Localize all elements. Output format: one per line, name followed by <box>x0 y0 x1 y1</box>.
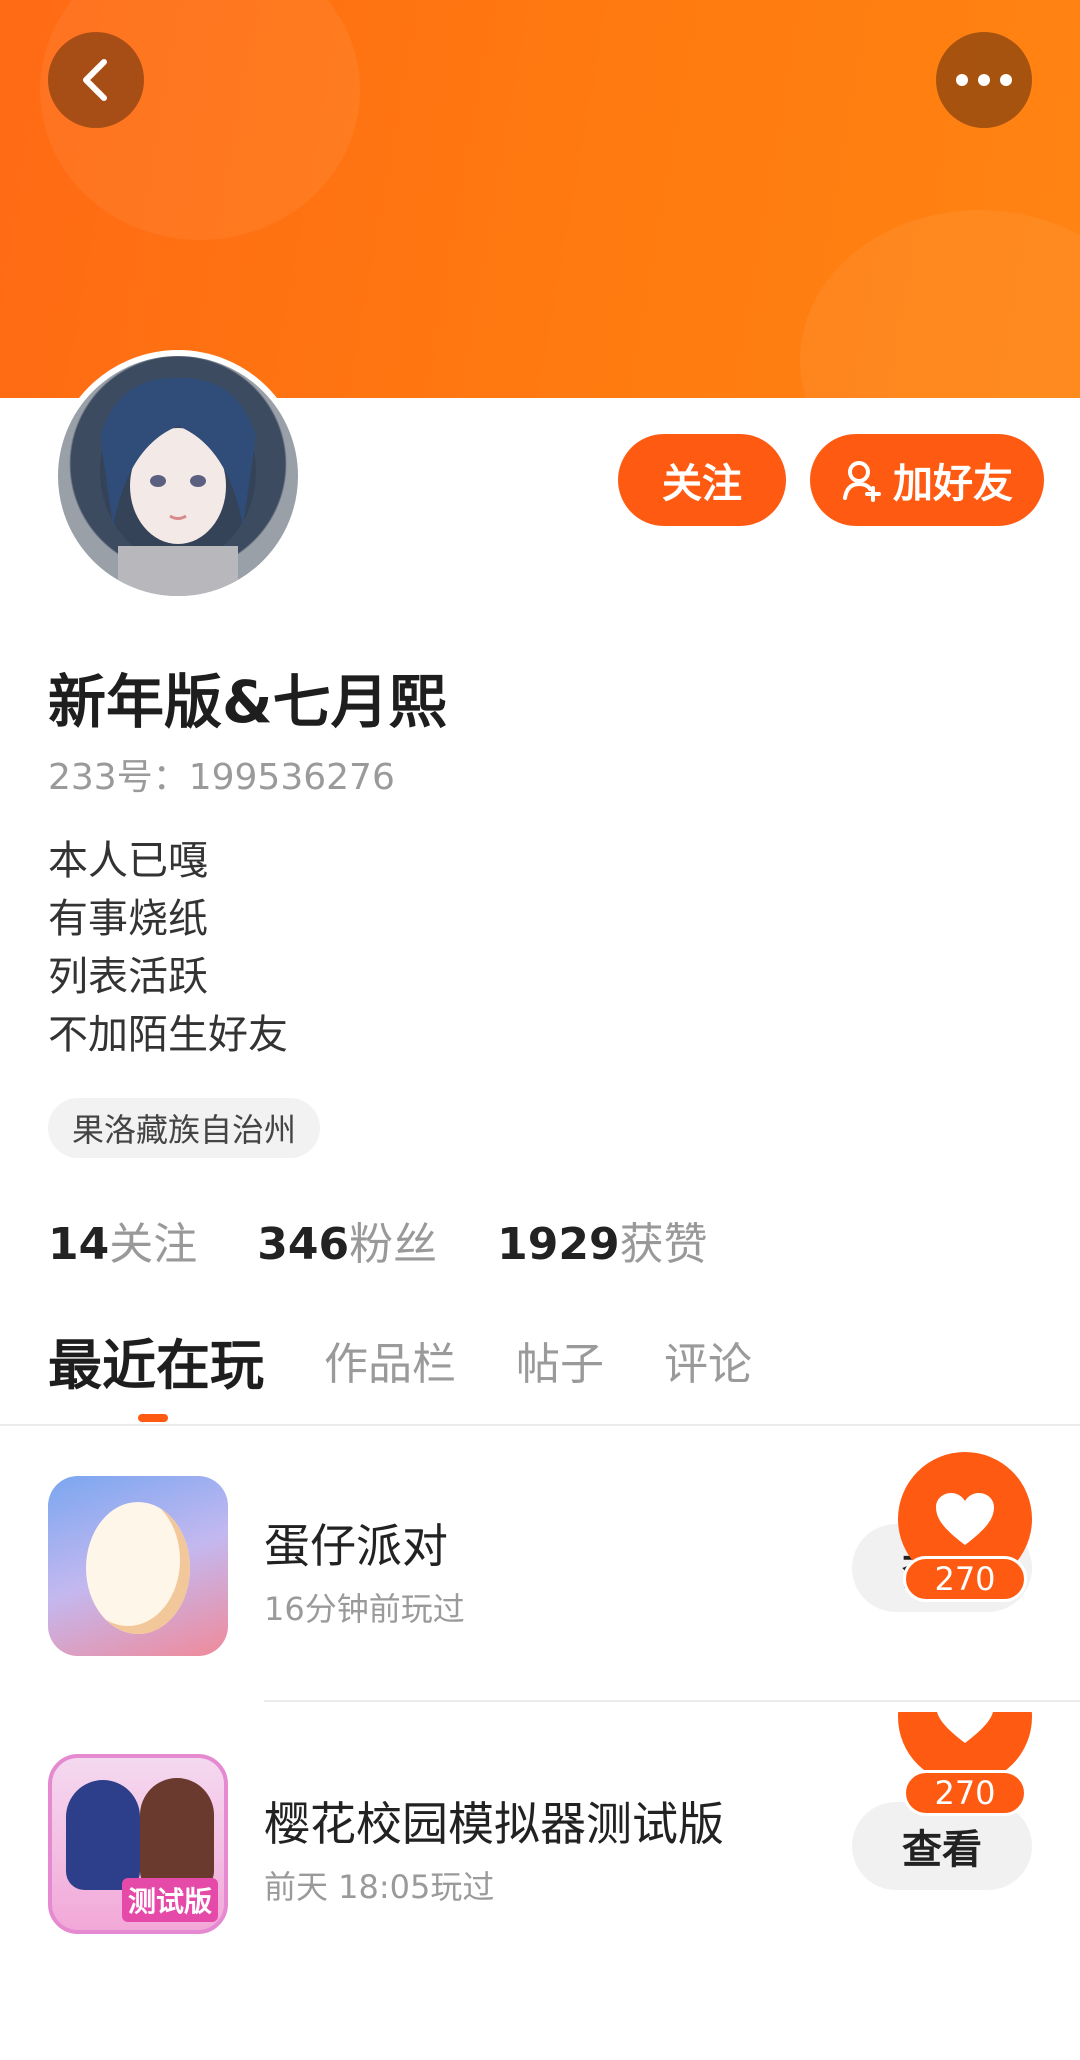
bio-line: 有事烧纸 <box>48 896 208 942</box>
stat-likes-count: 1929 <box>497 1219 620 1270</box>
stat-fans-count: 346 <box>257 1219 350 1270</box>
active-tab-indicator <box>138 1414 168 1422</box>
more-dots-icon <box>956 74 1012 86</box>
game-title: 樱花校园模拟器测试版 <box>264 1797 724 1851</box>
account-id: 233号：199536276 <box>48 757 395 798</box>
stat-likes-label: 获赞 <box>619 1219 708 1270</box>
bio-line: 本人已嘎 <box>48 838 208 884</box>
stat-following-label: 关注 <box>109 1219 198 1270</box>
like-widget[interactable]: 270 <box>898 1452 1032 1602</box>
profile-banner <box>0 0 1080 398</box>
stat-following-count: 14 <box>48 1219 110 1270</box>
banner-decoration <box>800 210 1080 398</box>
heart-icon <box>937 1712 993 1743</box>
heart-icon <box>936 1493 994 1545</box>
game-icon[interactable] <box>48 1476 228 1656</box>
stat-fans[interactable]: 346 粉丝 <box>257 1208 437 1272</box>
list-divider <box>264 1700 1080 1702</box>
tab-recently-played[interactable]: 最近在玩 <box>48 1321 264 1400</box>
game-icon[interactable]: 测试版 <box>48 1754 228 1934</box>
location-tag: 果洛藏族自治州 <box>48 1098 321 1158</box>
add-friend-label: 加好友 <box>893 461 1013 507</box>
bio: 本人已嘎 有事烧纸 列表活跃 不加陌生好友 <box>48 832 288 1064</box>
chevron-left-icon <box>83 59 107 101</box>
stat-likes[interactable]: 1929 获赞 <box>497 1208 707 1272</box>
egg-character-icon <box>86 1502 190 1634</box>
avatar[interactable] <box>52 350 304 602</box>
game-title: 蛋仔派对 <box>264 1519 448 1573</box>
icon-badge: 测试版 <box>121 1878 218 1922</box>
stat-fans-label: 粉丝 <box>349 1219 438 1270</box>
follow-button[interactable]: 关注 <box>618 434 786 526</box>
stat-following[interactable]: 14 关注 <box>48 1208 197 1272</box>
content-tabs: 最近在玩 作品栏 帖子 评论 <box>48 1320 812 1400</box>
tab-works[interactable]: 作品栏 <box>324 1328 456 1392</box>
tab-posts[interactable]: 帖子 <box>516 1328 604 1392</box>
bio-line: 列表活跃 <box>48 954 208 1000</box>
stats-bar: 14 关注 346 粉丝 1929 获赞 <box>48 1208 768 1270</box>
follow-button-label: 关注 <box>662 461 742 507</box>
tabs-divider <box>0 1424 1080 1426</box>
character-icon <box>140 1778 214 1890</box>
username: 新年版&七月熙 <box>48 668 447 736</box>
like-count: 270 <box>903 1556 1027 1602</box>
location-label: 果洛藏族自治州 <box>72 1111 297 1149</box>
tab-comments[interactable]: 评论 <box>664 1328 752 1392</box>
game-last-played: 前天 18:05玩过 <box>264 1868 495 1906</box>
bio-line: 不加陌生好友 <box>48 1012 288 1058</box>
avatar-illustration <box>100 377 256 596</box>
more-button[interactable] <box>936 32 1032 128</box>
like-count: 270 <box>903 1770 1027 1816</box>
game-last-played: 16分钟前玩过 <box>264 1590 465 1628</box>
add-friend-button[interactable]: 加好友 <box>810 434 1044 526</box>
add-user-icon <box>843 461 881 502</box>
back-button[interactable] <box>48 32 144 128</box>
character-icon <box>66 1780 140 1890</box>
